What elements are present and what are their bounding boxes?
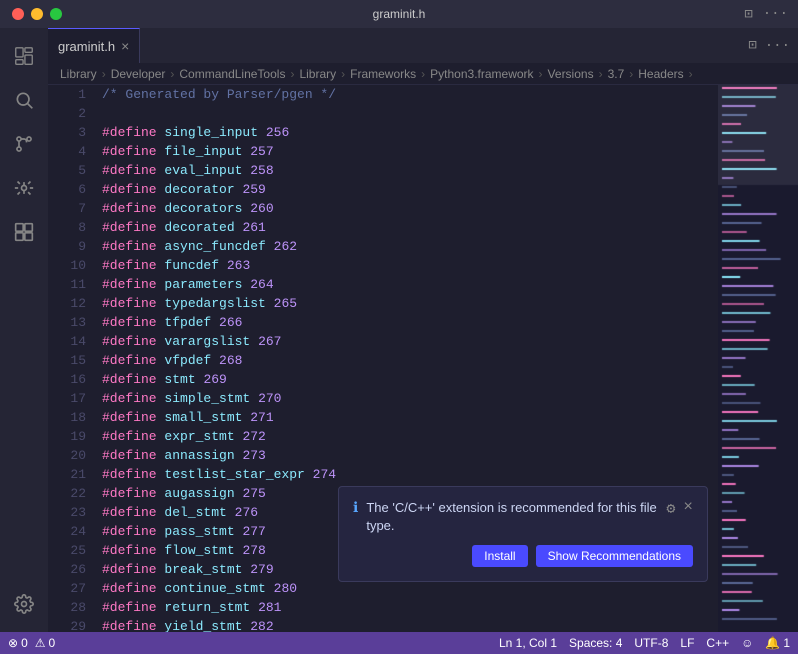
settings-icon[interactable] bbox=[4, 584, 44, 624]
title-bar: graminit.h ⊡ ··· bbox=[0, 0, 798, 28]
code-line: #define yield_stmt 282 bbox=[102, 617, 718, 632]
breadcrumb-item[interactable]: Library bbox=[60, 67, 97, 81]
code-line: #define eval_input 258 bbox=[102, 161, 718, 180]
breadcrumb-sep: › bbox=[539, 67, 543, 81]
explorer-icon[interactable] bbox=[4, 36, 44, 76]
split-editor-icon[interactable]: ⊡ bbox=[744, 6, 752, 23]
notifications-bell-icon[interactable]: 🔔 1 bbox=[765, 636, 790, 650]
notification-close-button[interactable]: × bbox=[683, 499, 693, 515]
code-line: #define typedargslist 265 bbox=[102, 294, 718, 313]
breadcrumb-item[interactable]: Python3.framework bbox=[430, 67, 533, 81]
code-line: #define simple_stmt 270 bbox=[102, 389, 718, 408]
info-icon: ℹ bbox=[353, 500, 358, 517]
bell-icon: 🔔 bbox=[765, 636, 780, 650]
code-line: #define decorator 259 bbox=[102, 180, 718, 199]
editor-content[interactable]: 1234567891011121314151617181920212223242… bbox=[48, 85, 798, 632]
status-bar-right: Ln 1, Col 1 Spaces: 4 UTF-8 LF C++ ☺ 🔔 1 bbox=[499, 636, 790, 650]
tab-bar: graminit.h × ⊡ ··· bbox=[48, 28, 798, 63]
warning-count: 0 bbox=[49, 636, 56, 650]
breadcrumb-item[interactable]: Developer bbox=[111, 67, 166, 81]
encoding-status[interactable]: UTF-8 bbox=[634, 636, 668, 650]
breadcrumb-item[interactable]: CommandLineTools bbox=[179, 67, 285, 81]
code-line: #define return_stmt 281 bbox=[102, 598, 718, 617]
breadcrumb: Library › Developer › CommandLineTools ›… bbox=[48, 63, 798, 85]
extension-notification: ℹ The 'C/C++' extension is recommended f… bbox=[338, 486, 708, 582]
minimize-window-button[interactable] bbox=[31, 8, 43, 20]
notification-header: ℹ The 'C/C++' extension is recommended f… bbox=[353, 499, 693, 535]
code-line: #define decorated 261 bbox=[102, 218, 718, 237]
breadcrumb-sep: › bbox=[170, 67, 174, 81]
breadcrumb-item[interactable]: Frameworks bbox=[350, 67, 416, 81]
breadcrumb-sep: › bbox=[629, 67, 633, 81]
code-line: #define decorators 260 bbox=[102, 199, 718, 218]
code-line: #define small_stmt 271 bbox=[102, 408, 718, 427]
more-actions-icon[interactable]: ··· bbox=[763, 6, 788, 22]
breadcrumb-item[interactable]: 3.7 bbox=[608, 67, 625, 81]
source-control-icon[interactable] bbox=[4, 124, 44, 164]
code-line: #define varargslist 267 bbox=[102, 332, 718, 351]
minimap[interactable] bbox=[718, 85, 798, 632]
window-title: graminit.h bbox=[373, 7, 426, 21]
cursor-position-status[interactable]: Ln 1, Col 1 bbox=[499, 636, 557, 650]
breadcrumb-sep: › bbox=[599, 67, 603, 81]
warning-icon: ⚠ bbox=[35, 636, 46, 650]
code-line: #define vfpdef 268 bbox=[102, 351, 718, 370]
errors-status[interactable]: ⊗ 0 ⚠ 0 bbox=[8, 636, 55, 650]
smiley-icon[interactable]: ☺ bbox=[741, 636, 753, 650]
breadcrumb-item[interactable]: Library bbox=[299, 67, 336, 81]
code-line: /* Generated by Parser/pgen */ bbox=[102, 85, 718, 104]
breadcrumb-sep: › bbox=[421, 67, 425, 81]
code-line: #define file_input 257 bbox=[102, 142, 718, 161]
spaces-status[interactable]: Spaces: 4 bbox=[569, 636, 622, 650]
breadcrumb-item[interactable]: Headers bbox=[638, 67, 683, 81]
minimap-canvas bbox=[718, 85, 798, 632]
show-recommendations-button[interactable]: Show Recommendations bbox=[536, 545, 693, 567]
notification-text: The 'C/C++' extension is recommended for… bbox=[366, 499, 658, 535]
code-line: #define annassign 273 bbox=[102, 446, 718, 465]
error-count: 0 bbox=[21, 636, 28, 650]
code-line: #define testlist_star_expr 274 bbox=[102, 465, 718, 484]
activity-bar bbox=[0, 28, 48, 632]
close-window-button[interactable] bbox=[12, 8, 24, 20]
install-extension-button[interactable]: Install bbox=[472, 545, 527, 567]
code-line: #define parameters 264 bbox=[102, 275, 718, 294]
file-tab[interactable]: graminit.h × bbox=[48, 28, 140, 63]
code-line: #define stmt 269 bbox=[102, 370, 718, 389]
breadcrumb-sep: › bbox=[341, 67, 345, 81]
status-bar: ⊗ 0 ⚠ 0 Ln 1, Col 1 Spaces: 4 UTF-8 LF C… bbox=[0, 632, 798, 654]
code-line: #define async_funcdef 262 bbox=[102, 237, 718, 256]
code-line: #define funcdef 263 bbox=[102, 256, 718, 275]
language-status[interactable]: C++ bbox=[706, 636, 729, 650]
code-line: #define tfpdef 266 bbox=[102, 313, 718, 332]
code-line bbox=[102, 104, 718, 123]
line-numbers: 1234567891011121314151617181920212223242… bbox=[48, 85, 98, 632]
breadcrumb-sep: › bbox=[102, 67, 106, 81]
tab-close-button[interactable]: × bbox=[121, 39, 129, 53]
maximize-window-button[interactable] bbox=[50, 8, 62, 20]
breadcrumb-sep: › bbox=[689, 67, 693, 81]
window-controls bbox=[12, 8, 62, 20]
extensions-icon[interactable] bbox=[4, 212, 44, 252]
more-tab-actions-icon[interactable]: ··· bbox=[765, 38, 790, 54]
breadcrumb-sep: › bbox=[290, 67, 294, 81]
tab-label: graminit.h bbox=[58, 39, 115, 54]
error-icon: ⊗ bbox=[8, 636, 18, 650]
notification-count: 1 bbox=[783, 636, 790, 650]
code-line: #define single_input 256 bbox=[102, 123, 718, 142]
split-editor-tab-icon[interactable]: ⊡ bbox=[748, 37, 756, 54]
status-bar-left: ⊗ 0 ⚠ 0 bbox=[8, 636, 55, 650]
breadcrumb-item[interactable]: Versions bbox=[548, 67, 594, 81]
code-line: #define expr_stmt 272 bbox=[102, 427, 718, 446]
debug-icon[interactable] bbox=[4, 168, 44, 208]
notification-settings-icon[interactable]: ⚙ bbox=[666, 499, 675, 518]
search-icon[interactable] bbox=[4, 80, 44, 120]
line-ending-status[interactable]: LF bbox=[680, 636, 694, 650]
notification-actions: Install Show Recommendations bbox=[353, 545, 693, 567]
editor-area: graminit.h × ⊡ ··· Library › Developer ›… bbox=[48, 28, 798, 632]
